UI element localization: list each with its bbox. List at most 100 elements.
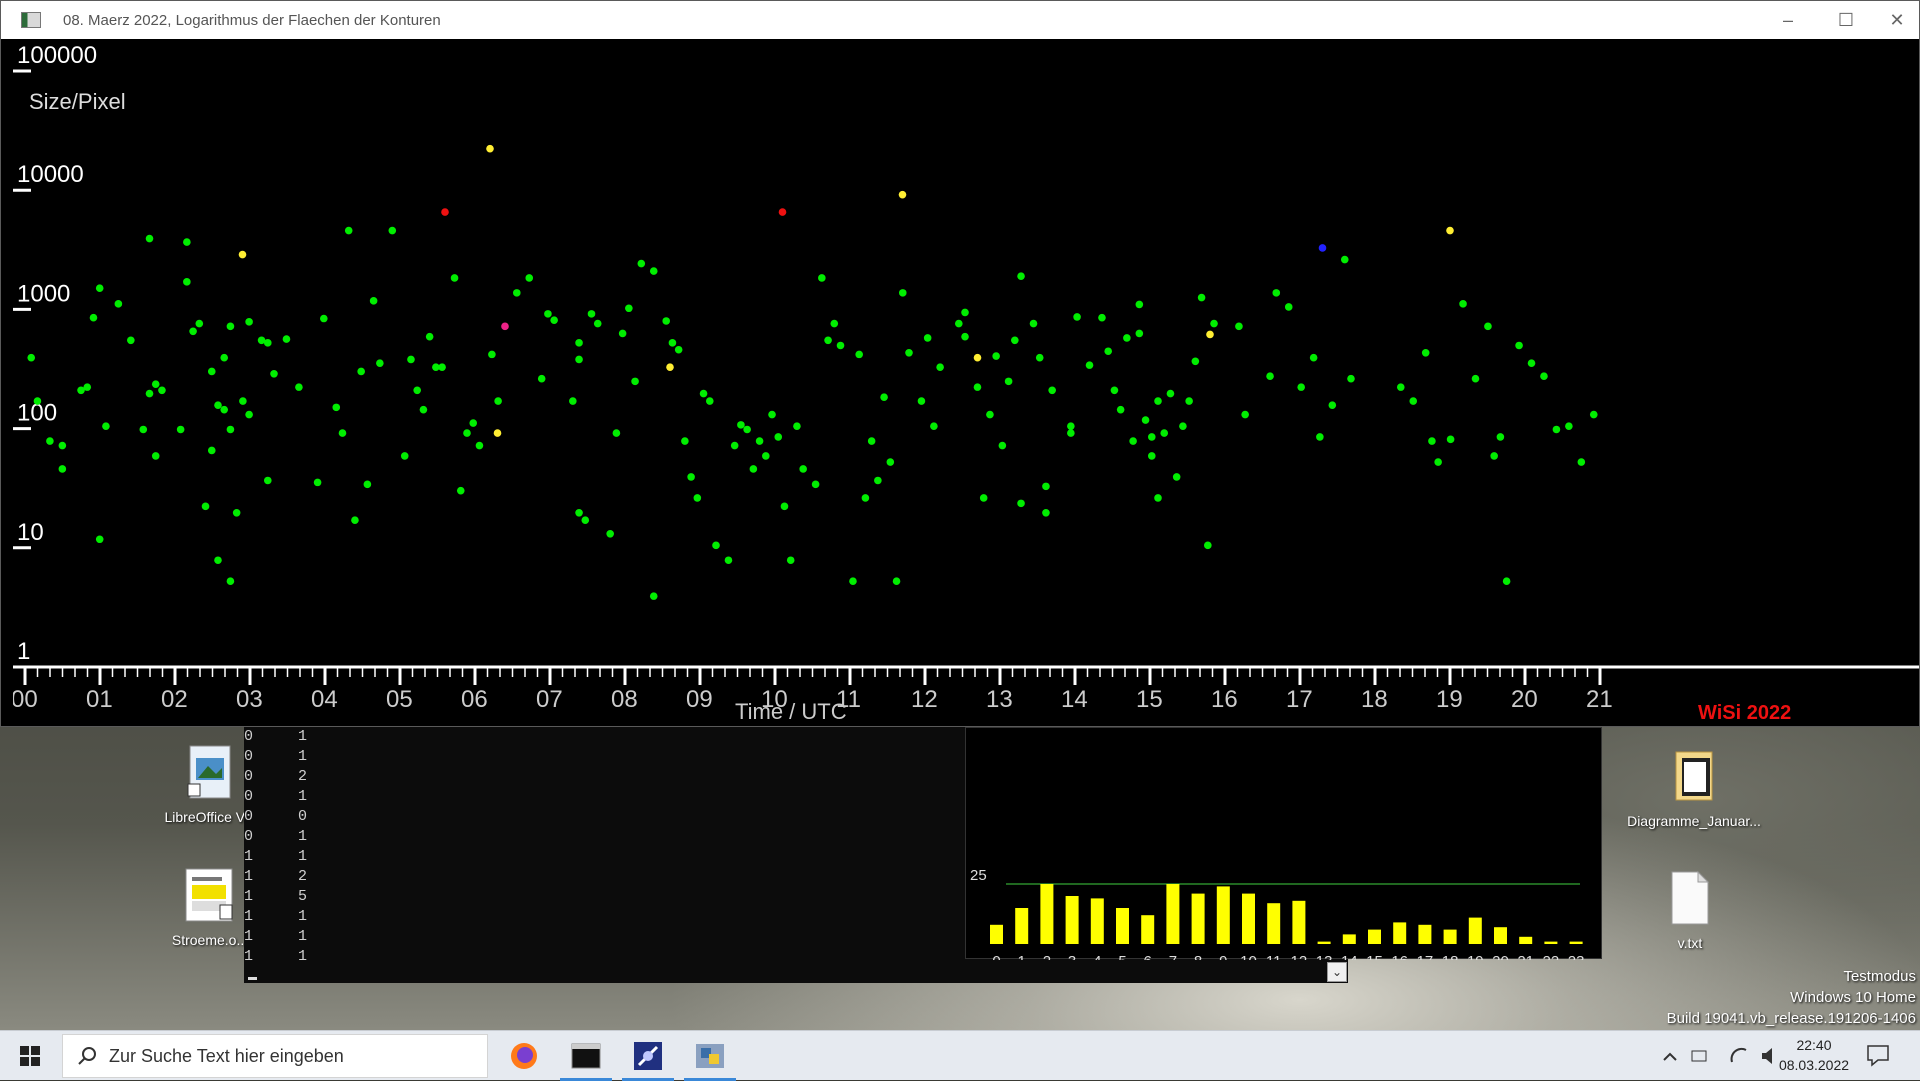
desktop-icon-diagramme-folder[interactable]: Diagramme_Januar...: [1619, 748, 1769, 829]
data-point: [575, 339, 583, 347]
data-point: [369, 297, 378, 305]
scatter-plot-window[interactable]: 08. Maerz 2022, Logarithmus der Flaechen…: [0, 0, 1920, 727]
data-point: [1204, 541, 1212, 550]
histogram-bar: [1468, 917, 1482, 944]
signature-label: WiSi 2022: [1698, 702, 1791, 724]
data-point: [488, 350, 496, 359]
data-point: [905, 348, 913, 357]
data-point: [1067, 422, 1075, 430]
histogram-category-label: 3: [1068, 953, 1076, 960]
x-tick-label: 13: [986, 686, 1013, 713]
console-cursor: [248, 977, 257, 980]
x-tick-label: 12: [911, 686, 938, 713]
data-point: [1104, 347, 1113, 356]
taskbar-python[interactable]: [680, 1031, 740, 1081]
y-tick-label: 1: [17, 638, 30, 665]
data-point: [1191, 357, 1200, 366]
scatter-plot: 110100100010000100000Size/Pixel00 01 02 03 0…: [13, 42, 1919, 724]
data-point: [612, 429, 621, 437]
data-point: [1496, 433, 1505, 441]
data-point: [606, 530, 614, 538]
data-point: [793, 422, 801, 430]
histogram-bar: [1494, 927, 1507, 944]
histogram-bar: [1342, 934, 1356, 944]
data-point: [786, 556, 795, 565]
y-axis-label: Size/Pixel: [29, 89, 126, 114]
data-point: [1484, 322, 1492, 331]
histogram-category-label: 9: [1219, 953, 1227, 960]
windows-logo-icon: [20, 1046, 40, 1066]
taskbar-search-box[interactable]: Zur Suche Text hier eingeben: [62, 1034, 488, 1078]
taskbar-firefox[interactable]: [494, 1031, 554, 1081]
data-point: [1565, 422, 1573, 430]
data-point: [1073, 313, 1081, 321]
windows-test-mode-watermark: Testmodus Windows 10 Home Build 19041.vb…: [1667, 966, 1916, 1029]
data-point: [737, 421, 745, 429]
taskbar-satellite-app[interactable]: [618, 1031, 678, 1081]
title-bar[interactable]: 08. Maerz 2022, Logarithmus der Flaechen…: [1, 1, 1919, 39]
data-point: [1017, 272, 1025, 280]
histogram-category-label: 11: [1266, 953, 1282, 960]
data-point: [1123, 334, 1131, 342]
x-tick-label: 21: [1586, 686, 1613, 713]
taskbar-clock[interactable]: 22:40 08.03.2022: [1754, 1035, 1874, 1075]
maximize-button[interactable]: ☐: [1817, 1, 1875, 39]
x-tick-label: 20: [1511, 686, 1538, 713]
data-point: [743, 425, 751, 434]
histogram-category-label: 15: [1366, 953, 1383, 960]
console-scroll-down-button[interactable]: ⌄: [1327, 962, 1347, 982]
y-tick-label: 100000: [17, 42, 97, 69]
data-point: [151, 452, 160, 460]
data-point: [338, 429, 347, 437]
battery-icon: [1691, 1050, 1707, 1062]
data-point-highlight: [778, 208, 787, 216]
data-point: [226, 322, 235, 331]
notification-button[interactable]: [1866, 1043, 1890, 1072]
data-point: [89, 313, 98, 322]
data-point: [475, 441, 484, 450]
data-point-highlight: [898, 190, 907, 199]
data-point: [145, 234, 154, 243]
data-point: [400, 452, 409, 460]
data-point: [226, 577, 235, 586]
data-point: [419, 405, 428, 414]
start-button[interactable]: [0, 1031, 60, 1081]
histogram-bar: [1267, 903, 1281, 944]
histogram-bar: [1141, 915, 1155, 944]
minimize-button[interactable]: –: [1759, 1, 1817, 39]
data-point: [855, 350, 863, 359]
data-point: [1011, 336, 1019, 345]
data-point: [525, 274, 534, 282]
data-point-highlight: [501, 322, 509, 331]
watermark-line: Windows 10 Home: [1790, 989, 1916, 1006]
data-point: [1029, 319, 1038, 328]
data-point: [1166, 389, 1175, 398]
histogram-category-label: 14: [1341, 953, 1358, 960]
histogram-category-label: 1: [1018, 953, 1026, 960]
data-point: [239, 397, 247, 405]
close-button[interactable]: ✕: [1875, 1, 1919, 39]
data-point: [425, 332, 434, 341]
terminal-icon: [571, 1043, 601, 1069]
data-point: [1577, 458, 1586, 466]
data-point: [1272, 289, 1281, 297]
data-point: [263, 476, 272, 485]
histogram-bar: [1569, 941, 1583, 944]
data-point: [1316, 433, 1324, 441]
folder-icon: [1675, 751, 1713, 801]
histogram-window[interactable]: 2501234567891011121314151617181920212223: [965, 727, 1602, 960]
desktop-icon-vtxt[interactable]: v.txt: [1640, 870, 1740, 951]
data-point: [1309, 353, 1318, 362]
data-point: [1490, 452, 1498, 460]
notification-icon: [1867, 1045, 1889, 1067]
data-point: [730, 441, 739, 450]
clock-time: 22:40: [1796, 1037, 1832, 1053]
data-point: [1135, 300, 1144, 309]
data-point: [880, 393, 888, 401]
data-point: [270, 369, 278, 378]
data-point: [1421, 348, 1430, 357]
data-point: [1471, 374, 1480, 383]
data-point: [176, 425, 185, 434]
taskbar-terminal[interactable]: [556, 1031, 616, 1081]
histogram-bar: [1015, 908, 1029, 944]
